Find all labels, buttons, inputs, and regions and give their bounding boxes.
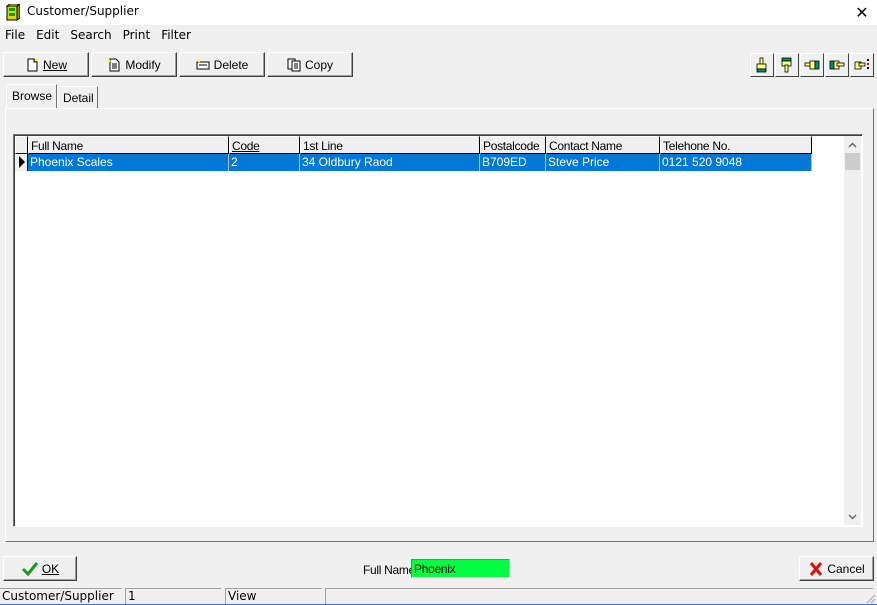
ok-button[interactable]: OK [3, 556, 77, 581]
column-header-telephone[interactable]: Telehone No. [660, 136, 812, 154]
window-title: Customer/Supplier [27, 4, 139, 18]
scroll-thumb[interactable] [845, 153, 860, 170]
last-record-button[interactable] [775, 53, 799, 77]
next-record-button[interactable] [825, 53, 849, 77]
column-header-code[interactable]: Code [229, 136, 300, 154]
copy-button[interactable]: Copy [267, 52, 353, 77]
hand-next-icon [829, 60, 845, 70]
status-bar: Customer/Supplier 1 View [0, 587, 877, 605]
cell-full-name[interactable]: Phoenix Scales [28, 154, 229, 171]
end-record-button[interactable] [850, 53, 874, 77]
close-icon: ✕ [855, 4, 869, 22]
hand-previous-icon [804, 60, 820, 70]
grid-header: Full Name Code 1st Line Postalcode Conta… [15, 136, 812, 154]
hand-end-icon [854, 59, 869, 70]
full-name-search-input[interactable] [411, 559, 510, 578]
cabinet-icon [6, 4, 20, 21]
delete-button[interactable]: Delete [179, 52, 265, 77]
tab-browse[interactable]: Browse [6, 84, 57, 108]
copy-documents-icon [287, 58, 301, 71]
new-label: New [42, 57, 67, 72]
menu-edit[interactable]: Edit [31, 25, 65, 45]
records-grid[interactable]: Full Name Code 1st Line Postalcode Conta… [13, 134, 863, 527]
cancel-label: Cancel [827, 561, 865, 576]
previous-record-button[interactable] [800, 53, 824, 77]
hand-first-icon [756, 57, 767, 73]
tab-browse-label: Browse [12, 89, 53, 103]
cancel-button[interactable]: Cancel [799, 556, 874, 581]
status-panel-extra [325, 588, 873, 604]
ok-label: OK [41, 561, 60, 576]
new-button[interactable]: New [3, 52, 89, 77]
cell-code[interactable]: 2 [229, 154, 300, 171]
modify-button[interactable]: Modify [91, 52, 177, 77]
menu-search[interactable]: Search [65, 25, 117, 45]
column-header-postalcode[interactable]: Postalcode [480, 136, 546, 154]
first-record-button[interactable] [750, 53, 774, 77]
vertical-scrollbar[interactable] [844, 136, 861, 525]
menu-filter[interactable]: Filter [156, 25, 197, 45]
menu-bar: File Edit Search Print Filter [0, 25, 877, 45]
status-panel-module: Customer/Supplier [0, 588, 122, 604]
title-bar: Customer/Supplier ✕ [0, 0, 877, 25]
cell-postalcode[interactable]: B709ED [480, 154, 546, 171]
row-pointer-icon [19, 156, 25, 168]
delete-label: Delete [213, 57, 249, 72]
tab-detail[interactable]: Detail [57, 86, 98, 108]
search-label: Full Name [363, 563, 415, 577]
modify-document-icon [108, 58, 120, 71]
hand-last-icon [781, 57, 792, 73]
tab-detail-label: Detail [63, 91, 94, 105]
delete-eraser-icon [196, 59, 210, 69]
status-panel-mode: View [225, 588, 322, 604]
modify-label: Modify [125, 57, 161, 72]
close-button[interactable]: ✕ [847, 0, 877, 25]
red-x-icon [810, 561, 823, 576]
cell-contact-name[interactable]: Steve Price [546, 154, 660, 171]
resize-grip-icon[interactable] [864, 592, 876, 604]
column-header-contact-name[interactable]: Contact Name [546, 136, 660, 154]
scroll-down-button[interactable] [844, 508, 861, 525]
copy-label: Copy [304, 57, 333, 72]
column-header-1st-line[interactable]: 1st Line [300, 136, 480, 154]
column-header-full-name[interactable]: Full Name [28, 136, 229, 154]
new-document-icon [27, 58, 38, 71]
chevron-down-icon [848, 514, 857, 519]
menu-print[interactable]: Print [118, 25, 157, 45]
menu-file[interactable]: File [0, 25, 31, 45]
chevron-up-icon [848, 142, 857, 147]
row-indicator [15, 154, 28, 171]
cell-1st-line[interactable]: 34 Oldbury Raod [300, 154, 480, 171]
table-row[interactable]: Phoenix Scales 2 34 Oldbury Raod B709ED … [15, 154, 812, 171]
status-panel-count: 1 [125, 588, 221, 604]
cell-telephone[interactable]: 0121 520 9048 [660, 154, 812, 171]
header-indicator-cell [15, 136, 28, 154]
scroll-up-button[interactable] [844, 136, 861, 153]
checkmark-icon [21, 561, 38, 576]
